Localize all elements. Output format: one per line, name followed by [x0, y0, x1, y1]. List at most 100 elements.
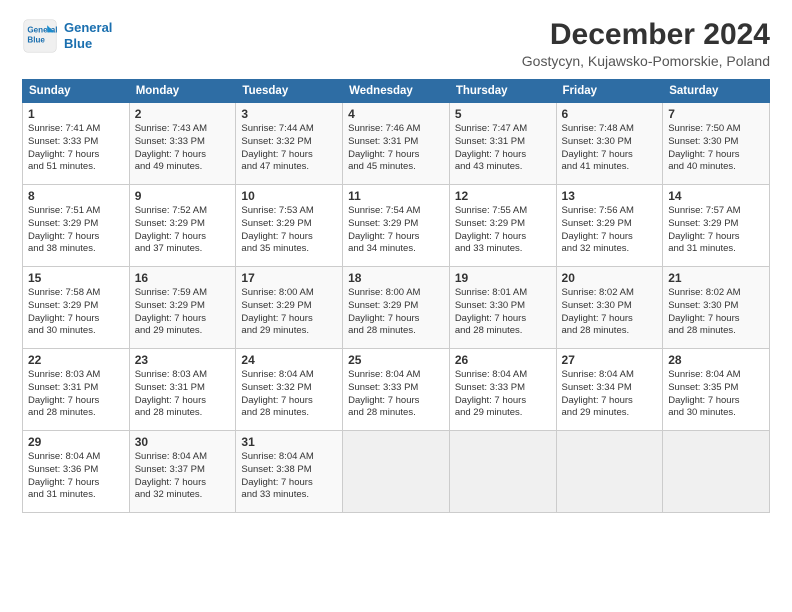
- calendar-cell: 17Sunrise: 8:00 AMSunset: 3:29 PMDayligh…: [236, 267, 343, 349]
- calendar-cell: 13Sunrise: 7:56 AMSunset: 3:29 PMDayligh…: [556, 185, 663, 267]
- day-info-line: Sunset: 3:29 PM: [348, 300, 444, 313]
- day-info-line: Daylight: 7 hours: [668, 313, 764, 326]
- calendar-cell: 2Sunrise: 7:43 AMSunset: 3:33 PMDaylight…: [129, 103, 236, 185]
- day-info-line: Sunrise: 8:04 AM: [455, 369, 551, 382]
- day-info-line: and 29 minutes.: [241, 325, 337, 338]
- day-number: 17: [241, 271, 337, 285]
- day-info-line: Daylight: 7 hours: [562, 149, 658, 162]
- day-info-line: and 28 minutes.: [562, 325, 658, 338]
- day-info-line: Daylight: 7 hours: [28, 231, 124, 244]
- col-sunday: Sunday: [23, 80, 130, 103]
- calendar-week-4: 22Sunrise: 8:03 AMSunset: 3:31 PMDayligh…: [23, 349, 770, 431]
- calendar-cell: 26Sunrise: 8:04 AMSunset: 3:33 PMDayligh…: [449, 349, 556, 431]
- day-info-line: Sunset: 3:31 PM: [348, 136, 444, 149]
- svg-text:General: General: [27, 25, 57, 34]
- day-info-line: Sunset: 3:38 PM: [241, 464, 337, 477]
- day-info-line: Sunset: 3:30 PM: [668, 300, 764, 313]
- calendar-cell: 15Sunrise: 7:58 AMSunset: 3:29 PMDayligh…: [23, 267, 130, 349]
- day-info-line: Sunrise: 7:43 AM: [135, 123, 231, 136]
- day-number: 13: [562, 189, 658, 203]
- day-info-line: Daylight: 7 hours: [135, 395, 231, 408]
- col-saturday: Saturday: [663, 80, 770, 103]
- calendar-body: 1Sunrise: 7:41 AMSunset: 3:33 PMDaylight…: [23, 103, 770, 513]
- day-info-line: Sunset: 3:30 PM: [562, 300, 658, 313]
- day-info-line: Daylight: 7 hours: [241, 149, 337, 162]
- day-info-line: Daylight: 7 hours: [135, 477, 231, 490]
- day-info-line: Sunset: 3:29 PM: [135, 300, 231, 313]
- day-info-line: Sunrise: 7:55 AM: [455, 205, 551, 218]
- day-info-line: Daylight: 7 hours: [348, 149, 444, 162]
- day-info-line: Sunset: 3:35 PM: [668, 382, 764, 395]
- day-info-line: Sunset: 3:30 PM: [668, 136, 764, 149]
- day-number: 23: [135, 353, 231, 367]
- day-info-line: and 28 minutes.: [348, 407, 444, 420]
- calendar-cell: 29Sunrise: 8:04 AMSunset: 3:36 PMDayligh…: [23, 431, 130, 513]
- day-info-line: and 40 minutes.: [668, 161, 764, 174]
- day-info-line: Sunrise: 7:46 AM: [348, 123, 444, 136]
- calendar-cell: [663, 431, 770, 513]
- day-info-line: Sunset: 3:29 PM: [241, 300, 337, 313]
- day-number: 24: [241, 353, 337, 367]
- calendar-table: Sunday Monday Tuesday Wednesday Thursday…: [22, 79, 770, 513]
- day-info-line: Sunset: 3:31 PM: [455, 136, 551, 149]
- day-info-line: Daylight: 7 hours: [28, 477, 124, 490]
- day-info-line: Sunset: 3:30 PM: [455, 300, 551, 313]
- calendar-cell: 1Sunrise: 7:41 AMSunset: 3:33 PMDaylight…: [23, 103, 130, 185]
- day-info-line: Sunrise: 7:48 AM: [562, 123, 658, 136]
- day-info-line: Daylight: 7 hours: [348, 313, 444, 326]
- day-number: 20: [562, 271, 658, 285]
- day-info-line: Sunrise: 7:44 AM: [241, 123, 337, 136]
- day-info-line: and 34 minutes.: [348, 243, 444, 256]
- calendar-cell: 3Sunrise: 7:44 AMSunset: 3:32 PMDaylight…: [236, 103, 343, 185]
- col-wednesday: Wednesday: [343, 80, 450, 103]
- calendar-cell: 19Sunrise: 8:01 AMSunset: 3:30 PMDayligh…: [449, 267, 556, 349]
- day-info-line: and 28 minutes.: [348, 325, 444, 338]
- day-info-line: Sunrise: 7:53 AM: [241, 205, 337, 218]
- day-info-line: Daylight: 7 hours: [28, 395, 124, 408]
- day-info-line: Daylight: 7 hours: [28, 313, 124, 326]
- calendar-cell: 9Sunrise: 7:52 AMSunset: 3:29 PMDaylight…: [129, 185, 236, 267]
- calendar-cell: [556, 431, 663, 513]
- calendar-title: December 2024: [522, 18, 770, 51]
- day-info-line: and 31 minutes.: [28, 489, 124, 502]
- title-area: December 2024 Gostycyn, Kujawsko-Pomorsk…: [522, 18, 770, 69]
- day-info-line: and 30 minutes.: [668, 407, 764, 420]
- calendar-cell: 21Sunrise: 8:02 AMSunset: 3:30 PMDayligh…: [663, 267, 770, 349]
- day-number: 25: [348, 353, 444, 367]
- day-info-line: Daylight: 7 hours: [135, 313, 231, 326]
- day-info-line: Sunrise: 8:03 AM: [135, 369, 231, 382]
- day-number: 19: [455, 271, 551, 285]
- calendar-week-2: 8Sunrise: 7:51 AMSunset: 3:29 PMDaylight…: [23, 185, 770, 267]
- day-info-line: and 30 minutes.: [28, 325, 124, 338]
- day-info-line: Sunrise: 8:04 AM: [241, 369, 337, 382]
- calendar-cell: 22Sunrise: 8:03 AMSunset: 3:31 PMDayligh…: [23, 349, 130, 431]
- day-info-line: Sunset: 3:29 PM: [348, 218, 444, 231]
- col-monday: Monday: [129, 80, 236, 103]
- day-info-line: Sunset: 3:37 PM: [135, 464, 231, 477]
- day-info-line: Daylight: 7 hours: [135, 231, 231, 244]
- day-info-line: Sunset: 3:33 PM: [28, 136, 124, 149]
- day-number: 10: [241, 189, 337, 203]
- day-info-line: Sunrise: 7:47 AM: [455, 123, 551, 136]
- calendar-cell: 30Sunrise: 8:04 AMSunset: 3:37 PMDayligh…: [129, 431, 236, 513]
- day-info-line: Sunrise: 7:52 AM: [135, 205, 231, 218]
- day-info-line: Daylight: 7 hours: [241, 231, 337, 244]
- day-info-line: and 29 minutes.: [135, 325, 231, 338]
- day-info-line: Sunrise: 8:04 AM: [28, 451, 124, 464]
- calendar-subtitle: Gostycyn, Kujawsko-Pomorskie, Poland: [522, 53, 770, 69]
- logo-icon: General Blue: [22, 18, 58, 54]
- calendar-cell: 5Sunrise: 7:47 AMSunset: 3:31 PMDaylight…: [449, 103, 556, 185]
- day-number: 7: [668, 107, 764, 121]
- day-info-line: Sunset: 3:30 PM: [562, 136, 658, 149]
- day-info-line: and 29 minutes.: [562, 407, 658, 420]
- day-number: 14: [668, 189, 764, 203]
- day-number: 8: [28, 189, 124, 203]
- day-info-line: Sunset: 3:29 PM: [135, 218, 231, 231]
- day-number: 18: [348, 271, 444, 285]
- calendar-cell: 7Sunrise: 7:50 AMSunset: 3:30 PMDaylight…: [663, 103, 770, 185]
- day-number: 16: [135, 271, 231, 285]
- day-info-line: Sunrise: 8:04 AM: [348, 369, 444, 382]
- calendar-week-3: 15Sunrise: 7:58 AMSunset: 3:29 PMDayligh…: [23, 267, 770, 349]
- day-info-line: Daylight: 7 hours: [455, 149, 551, 162]
- day-info-line: Sunset: 3:32 PM: [241, 136, 337, 149]
